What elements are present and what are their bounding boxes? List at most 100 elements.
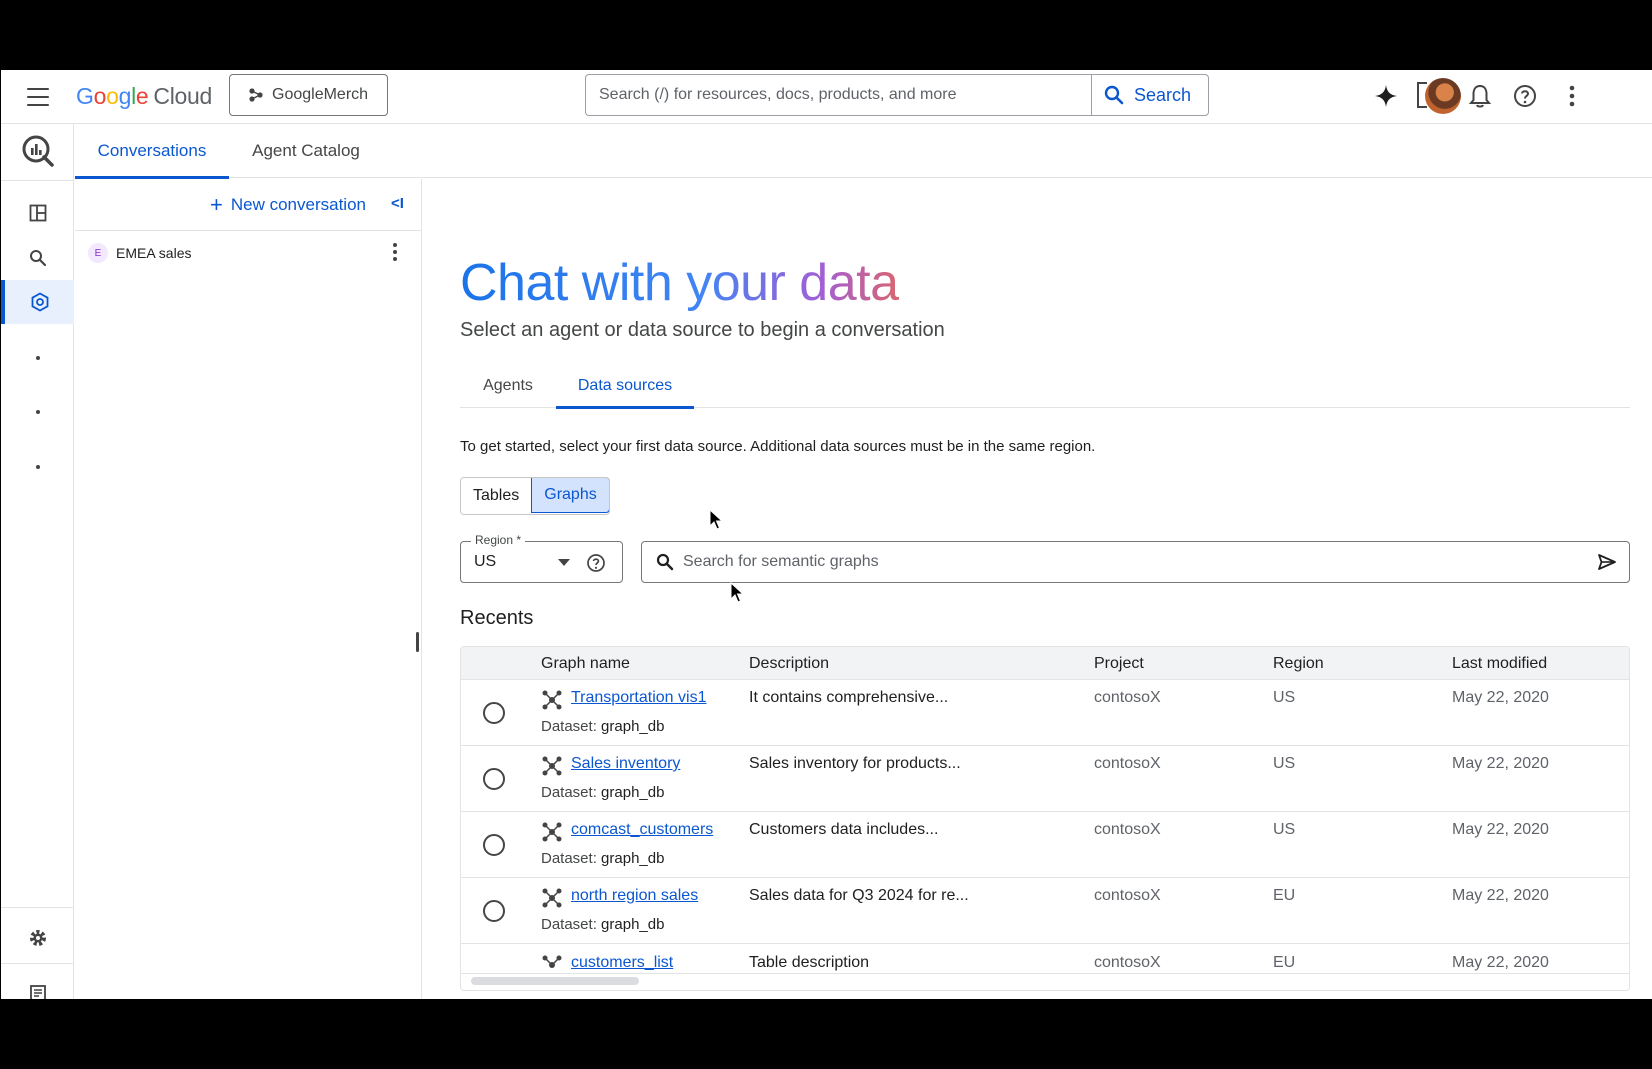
agents-hub-icon[interactable] xyxy=(1,280,74,324)
dataset-label: Dataset: xyxy=(541,916,597,933)
graph-icon xyxy=(542,690,562,710)
dataset-label: Dataset: xyxy=(541,718,597,735)
tab-agent-catalog[interactable]: Agent Catalog xyxy=(233,124,379,178)
table-row[interactable]: north region sales Dataset: graph_db Sal… xyxy=(461,878,1629,944)
notifications-bell-icon[interactable] xyxy=(1466,82,1494,110)
rail-dot xyxy=(36,356,40,360)
row-radio[interactable] xyxy=(483,702,505,724)
graph-name-link[interactable]: north region sales xyxy=(571,887,698,905)
google-cloud-logo[interactable]: Google Cloud xyxy=(76,83,212,110)
conversation-panel: + New conversation <I E EMEA sales xyxy=(75,179,422,999)
main-menu-icon[interactable] xyxy=(27,88,49,106)
column-header[interactable]: Graph name xyxy=(541,655,630,673)
region-cell: EU xyxy=(1273,954,1296,971)
region-value: US xyxy=(474,553,497,570)
dataset-text: Dataset: graph_db xyxy=(541,718,664,735)
search-button[interactable]: Search xyxy=(1091,74,1209,116)
project-name: GoogleMerch xyxy=(272,86,369,103)
tab-data-sources[interactable]: Data sources xyxy=(556,364,694,409)
search-button-label: Search xyxy=(1134,84,1192,105)
search-icon xyxy=(1104,85,1124,105)
bigquery-product-icon[interactable] xyxy=(1,126,74,176)
dataset-label: Dataset: xyxy=(541,784,597,801)
dropdown-caret-icon xyxy=(558,559,570,566)
source-type-tabs: Agents Data sources xyxy=(460,364,1630,409)
row-radio[interactable] xyxy=(483,900,505,922)
graph-name-link[interactable]: Sales inventory xyxy=(571,755,680,773)
global-search-placeholder: Search (/) for resources, docs, products… xyxy=(599,86,957,103)
user-avatar[interactable] xyxy=(1425,78,1461,114)
region-help-icon[interactable] xyxy=(586,553,606,573)
gemini-sparkle-icon[interactable] xyxy=(1372,82,1400,110)
description-cell: Customers data includes... xyxy=(749,821,939,838)
region-label: Region * xyxy=(471,533,526,547)
tables-toggle-button[interactable]: Tables xyxy=(461,478,532,514)
project-cell: contosoX xyxy=(1094,689,1161,706)
recents-heading: Recents xyxy=(460,607,534,629)
new-conversation-button[interactable]: + New conversation xyxy=(210,193,366,217)
plus-icon: + xyxy=(210,192,223,217)
dashboard-icon[interactable] xyxy=(1,191,74,235)
dataset-value: graph_db xyxy=(601,850,665,867)
column-header[interactable]: Project xyxy=(1094,655,1144,673)
panel-divider xyxy=(75,230,422,231)
semantic-graph-search-input[interactable]: Search for semantic graphs xyxy=(641,541,1630,583)
description-cell: Table description xyxy=(749,954,870,971)
column-header[interactable]: Description xyxy=(749,655,829,673)
dataset-label: Dataset: xyxy=(541,850,597,867)
conversation-badge: E xyxy=(88,243,108,263)
page-tabs: Conversations Agent Catalog xyxy=(75,124,1652,179)
modified-cell: May 22, 2020 xyxy=(1452,755,1549,772)
region-cell: US xyxy=(1273,821,1296,838)
tab-conversations[interactable]: Conversations xyxy=(75,124,229,179)
tables-graphs-toggle: Tables Graphs xyxy=(460,477,610,515)
top-bar: Google Cloud GoogleMerch Search (/) for r… xyxy=(1,70,1652,124)
column-header[interactable]: Last modified xyxy=(1452,655,1547,673)
more-options-icon[interactable] xyxy=(1558,82,1586,110)
left-nav-rail xyxy=(1,124,74,999)
graph-name-link[interactable]: Transportation vis1 xyxy=(571,689,706,707)
project-picker-button[interactable]: GoogleMerch xyxy=(229,74,388,116)
graph-name-link[interactable]: customers_list xyxy=(571,954,673,972)
semantic-graph-search-placeholder: Search for semantic graphs xyxy=(683,553,879,570)
graph-name-link[interactable]: comcast_customers xyxy=(571,821,713,839)
dataset-value: graph_db xyxy=(601,718,665,735)
rail-search-icon[interactable] xyxy=(1,236,74,280)
row-radio[interactable] xyxy=(483,768,505,790)
release-notes-icon[interactable] xyxy=(1,971,74,999)
send-icon[interactable] xyxy=(1597,553,1617,571)
region-cell: EU xyxy=(1273,887,1296,904)
collapse-panel-icon[interactable]: <I xyxy=(391,195,404,212)
settings-gear-icon[interactable] xyxy=(1,916,74,960)
main-content: Chat with your data Select an agent or d… xyxy=(423,179,1652,999)
conversation-item[interactable]: E EMEA sales xyxy=(75,234,422,272)
conversation-more-icon[interactable] xyxy=(393,243,397,263)
rail-divider xyxy=(1,180,74,181)
rail-divider xyxy=(1,963,74,964)
help-icon[interactable] xyxy=(1511,82,1539,110)
global-search-input[interactable]: Search (/) for resources, docs, products… xyxy=(585,74,1092,116)
table-row[interactable]: comcast_customers Dataset: graph_db Cust… xyxy=(461,812,1629,878)
graphs-toggle-button[interactable]: Graphs xyxy=(531,478,609,513)
region-select[interactable]: Region * US xyxy=(460,533,623,583)
row-radio[interactable] xyxy=(483,834,505,856)
app-window: Google Cloud GoogleMerch Search (/) for r… xyxy=(1,70,1652,999)
table-row[interactable]: Transportation vis1 Dataset: graph_db It… xyxy=(461,680,1629,746)
graph-icon xyxy=(542,756,562,776)
horizontal-scrollbar[interactable] xyxy=(471,977,639,985)
project-cell: contosoX xyxy=(1094,954,1161,971)
modified-cell: May 22, 2020 xyxy=(1452,954,1549,971)
description-cell: Sales inventory for products... xyxy=(749,755,961,772)
tab-agents[interactable]: Agents xyxy=(460,364,556,408)
dataset-text: Dataset: graph_db xyxy=(541,916,664,933)
mouse-pointer-icon xyxy=(730,582,744,603)
modified-cell: May 22, 2020 xyxy=(1452,821,1549,838)
table-row[interactable]: customers_list Table description contoso… xyxy=(461,944,1629,974)
table-row[interactable]: Sales inventory Dataset: graph_db Sales … xyxy=(461,746,1629,812)
new-conversation-label: New conversation xyxy=(230,195,366,214)
mouse-pointer-icon xyxy=(709,509,723,530)
panel-resize-handle[interactable] xyxy=(416,632,419,652)
column-header[interactable]: Region xyxy=(1273,655,1324,673)
instructions-text: To get started, select your first data s… xyxy=(460,438,1096,455)
search-icon xyxy=(656,553,674,571)
